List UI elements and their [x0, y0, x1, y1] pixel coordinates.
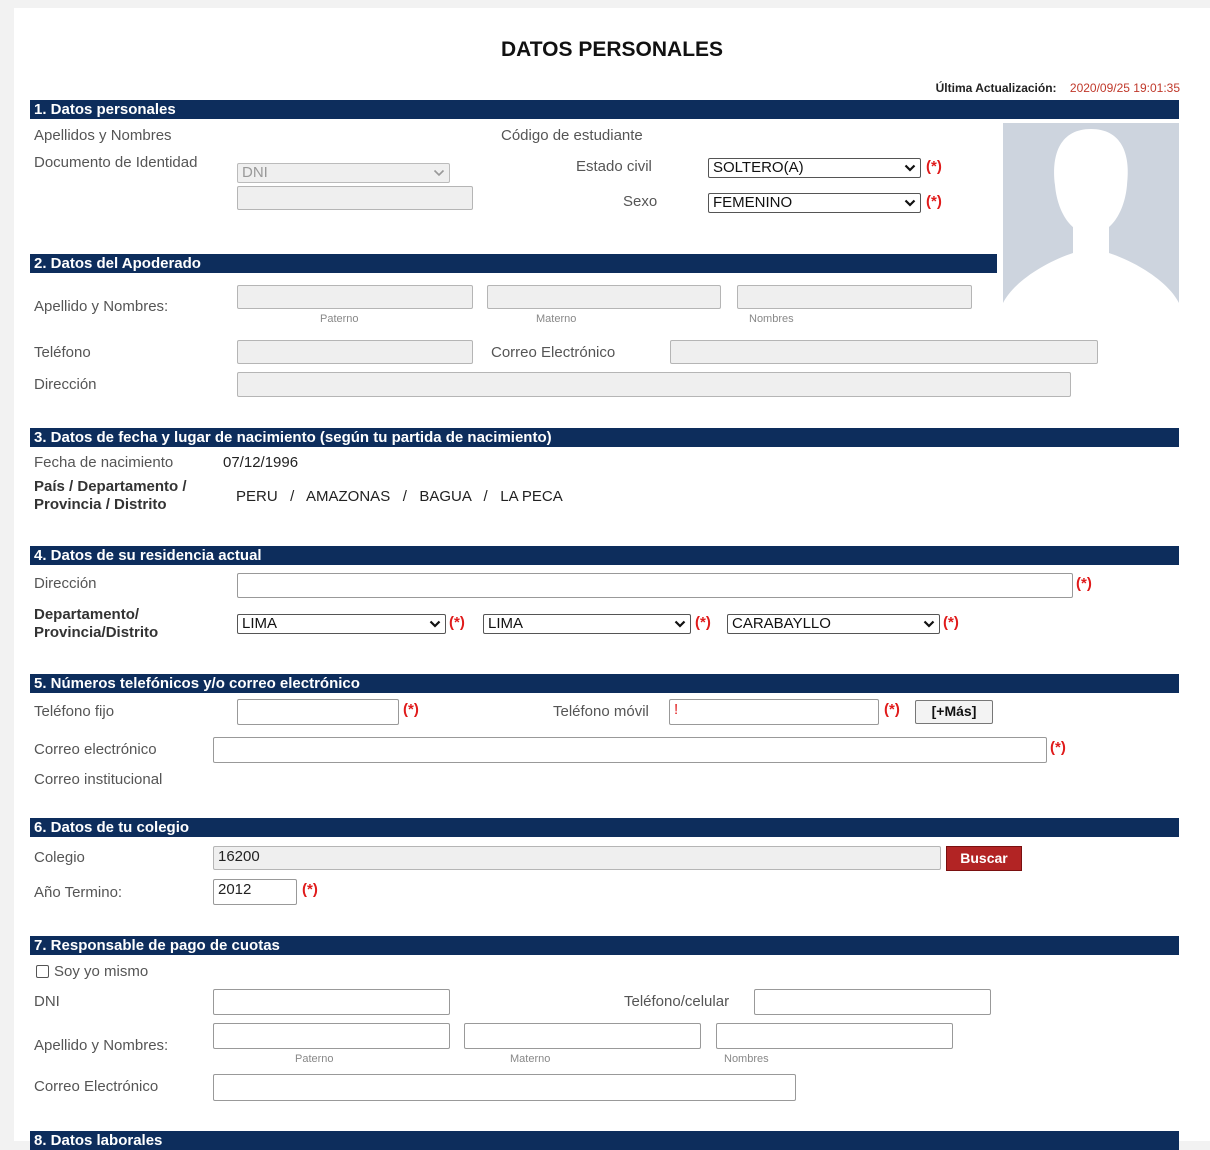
required-mark: (*)	[449, 614, 465, 631]
self-payer-checkbox[interactable]	[36, 965, 49, 978]
guardian-phone-label: Teléfono	[34, 344, 91, 361]
form-page: DATOS PERSONALES Última Actualización: 2…	[14, 8, 1210, 1150]
payer-email-input[interactable]	[213, 1074, 796, 1101]
required-mark: (*)	[926, 158, 942, 175]
required-mark: (*)	[943, 614, 959, 631]
department-value: LIMA	[242, 615, 278, 632]
guardian-names-input[interactable]	[737, 285, 972, 309]
names-caption: Nombres	[749, 313, 794, 325]
institutional-email-label: Correo institucional	[34, 771, 163, 788]
required-mark: (*)	[1050, 739, 1066, 756]
last-update-label: Última Actualización:	[935, 81, 1057, 95]
guardian-address-input[interactable]	[237, 372, 1071, 397]
sex-label: Sexo	[623, 193, 658, 210]
residence-address-label: Dirección	[34, 575, 97, 592]
page-title: DATOS PERSONALES	[500, 38, 724, 61]
search-school-button[interactable]: Buscar	[946, 846, 1022, 871]
section-header-responsable-pago: 7. Responsable de pago de cuotas	[30, 936, 1179, 955]
payer-dni-input[interactable]	[213, 989, 450, 1015]
landline-label: Teléfono fijo	[34, 703, 115, 720]
guardian-maternal-input[interactable]	[487, 285, 721, 309]
payer-paternal-input[interactable]	[213, 1023, 450, 1049]
section-header-telefonos: 5. Números telefónicos y/o correo electr…	[30, 674, 1179, 693]
section-header-residencia: 4. Datos de su residencia actual	[30, 546, 1179, 565]
landline-input[interactable]	[237, 699, 399, 725]
chevron-down-icon	[429, 618, 441, 630]
district-value: CARABAYLLO	[732, 615, 831, 632]
sex-select[interactable]: FEMENINO	[708, 193, 921, 213]
mobile-input[interactable]: !	[669, 699, 879, 725]
province-select[interactable]: LIMA	[483, 614, 691, 634]
required-mark: (*)	[1076, 575, 1092, 592]
chevron-down-icon	[433, 167, 445, 179]
maternal-caption: Materno	[510, 1053, 551, 1065]
email-label: Correo electrónico	[34, 741, 157, 758]
payer-maternal-input[interactable]	[464, 1023, 701, 1049]
names-label: Apellidos y Nombres	[34, 127, 172, 144]
guardian-email-input[interactable]	[670, 340, 1098, 364]
section-header-colegio: 6. Datos de tu colegio	[30, 818, 1179, 837]
birth-date-label: Fecha de nacimiento	[34, 454, 174, 471]
payer-name-label: Apellido y Nombres:	[34, 1037, 169, 1054]
email-input[interactable]	[213, 737, 1047, 763]
residence-location-label: Departamento/ Provincia/Distrito	[34, 606, 159, 641]
required-mark: (*)	[884, 701, 900, 718]
profile-photo	[1003, 123, 1179, 332]
required-mark: (*)	[302, 881, 318, 898]
residence-address-input[interactable]	[237, 573, 1073, 598]
school-input[interactable]: 16200	[213, 846, 941, 870]
payer-dni-label: DNI	[34, 993, 60, 1010]
section-header-datos-personales: 1. Datos personales	[30, 100, 1179, 119]
payer-phone-label: Teléfono/celular	[624, 993, 730, 1010]
birth-date-value: 07/12/1996	[223, 454, 299, 471]
required-mark: (*)	[695, 614, 711, 631]
district-select[interactable]: CARABAYLLO	[727, 614, 940, 634]
document-type-select[interactable]: DNI	[237, 163, 450, 183]
chevron-down-icon	[923, 618, 935, 630]
guardian-address-label: Dirección	[34, 376, 97, 393]
graduation-year-input[interactable]: 2012	[213, 879, 297, 905]
paternal-caption: Paterno	[295, 1053, 334, 1065]
avatar-placeholder-icon	[1003, 123, 1179, 332]
payer-email-label: Correo Electrónico	[34, 1078, 159, 1095]
required-mark: (*)	[403, 701, 419, 718]
section-header-nacimiento: 3. Datos de fecha y lugar de nacimiento …	[30, 428, 1179, 447]
school-label: Colegio	[34, 849, 85, 866]
paternal-caption: Paterno	[320, 313, 359, 325]
document-number-input[interactable]	[237, 186, 473, 210]
last-update-value: 2020/09/25 19:01:35	[1069, 81, 1180, 95]
chevron-down-icon	[674, 618, 686, 630]
graduation-year-label: Año Termino:	[34, 884, 123, 901]
payer-names-input[interactable]	[716, 1023, 953, 1049]
chevron-down-icon	[904, 197, 916, 209]
department-select[interactable]: LIMA	[237, 614, 446, 634]
add-more-phone-button[interactable]: [+Más]	[915, 700, 993, 724]
self-payer-label: Soy yo mismo	[54, 963, 149, 980]
civil-status-value: SOLTERO(A)	[713, 159, 804, 176]
guardian-phone-input[interactable]	[237, 340, 473, 364]
required-mark: (*)	[926, 193, 942, 210]
section-header-apoderado: 2. Datos del Apoderado	[30, 254, 997, 273]
birth-place-label: País / Departamento / Provincia / Distri…	[34, 478, 187, 513]
guardian-paternal-input[interactable]	[237, 285, 473, 309]
guardian-email-label: Correo Electrónico	[491, 344, 616, 361]
civil-status-select[interactable]: SOLTERO(A)	[708, 158, 921, 178]
document-type-value: DNI	[242, 164, 268, 181]
sex-value: FEMENINO	[713, 194, 793, 211]
mobile-label: Teléfono móvil	[553, 703, 649, 720]
guardian-name-label: Apellido y Nombres:	[34, 298, 169, 315]
names-caption: Nombres	[724, 1053, 769, 1065]
birth-place-value: PERU / AMAZONAS / BAGUA / LA PECA	[236, 488, 563, 505]
document-label: Documento de Identidad	[34, 154, 198, 171]
maternal-caption: Materno	[536, 313, 577, 325]
civil-status-label: Estado civil	[576, 158, 652, 175]
student-code-label: Código de estudiante	[501, 127, 643, 144]
province-value: LIMA	[488, 615, 524, 632]
payer-phone-input[interactable]	[754, 989, 991, 1015]
last-update: Última Actualización: 2020/09/25 19:01:3…	[936, 81, 1180, 95]
chevron-down-icon	[904, 162, 916, 174]
